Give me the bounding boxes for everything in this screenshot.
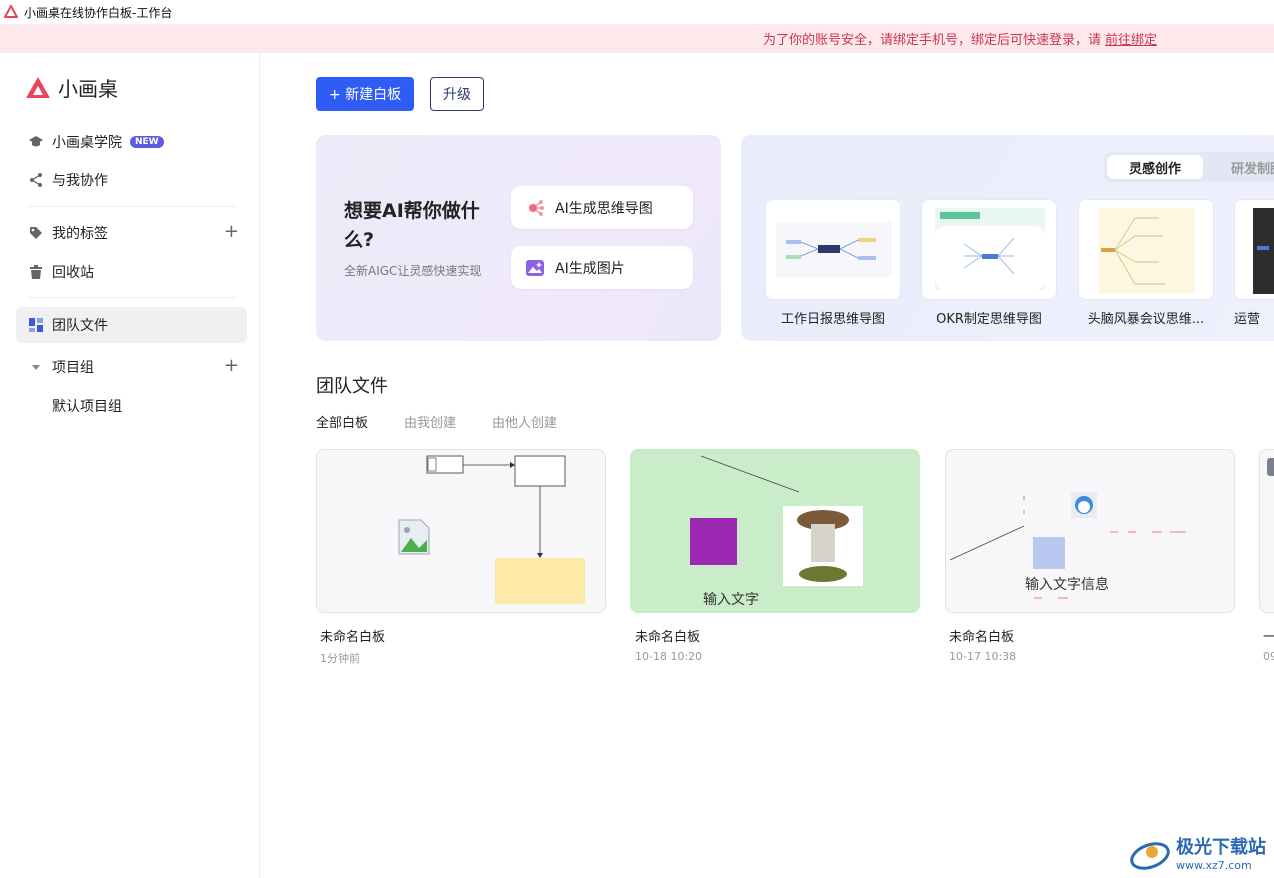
board-thumbnail [1267,458,1274,476]
add-tag-button[interactable]: + [224,223,239,241]
tab-created-by-others[interactable]: 由他人创建 [492,412,557,431]
section-title: 团队文件 [316,376,388,397]
brand-name: 小画桌 [58,77,118,101]
ai-mindmap-button[interactable]: AI生成思维导图 [511,186,693,229]
ai-panel-subtitle: 全新AIGC让灵感快速实现 [344,264,482,278]
sidebar-item-label: 默认项目组 [52,399,122,415]
template-thumbnail [1253,208,1274,294]
template-card-okr[interactable] [921,199,1057,300]
add-project-group-button[interactable]: + [224,357,239,375]
brand-logo[interactable]: 小画桌 [24,73,118,102]
ai-panel: 想要AI帮你做什么? 全新AIGC让灵感快速实现 AI生成思维导图 AI生成图片 [316,135,721,341]
watermark-url: www.xz7.com [1176,858,1252,872]
template-label: 工作日报思维导图 [780,312,885,327]
sidebar-item-trash[interactable]: 回收站 [16,254,247,290]
sidebar-item-shared-with-me[interactable]: 与我协作 [16,162,247,198]
template-category-switch: 灵感创作 研发制图 [1104,152,1274,182]
sidebar-divider [28,206,236,207]
sidebar-item-default-project-group[interactable]: 默认项目组 [16,388,247,424]
mindmap-icon [529,199,544,216]
board-text: 输入文字 [703,592,759,608]
caret-down-icon[interactable] [28,359,44,375]
sidebar-item-label: 小画桌学院 [52,135,122,151]
tab-inspiration[interactable]: 灵感创作 [1107,155,1203,179]
template-label: 头脑风暴会议思维... [1087,312,1205,327]
graduation-cap-icon [28,134,44,150]
mindmap-thumbnail [776,222,892,277]
notice-text: 为了你的账号安全，请绑定手机号，绑定后可快速登录，请 [762,33,1101,48]
share-icon [28,172,44,188]
template-card-brainstorm[interactable] [1078,199,1214,300]
sidebar-divider [28,297,236,298]
board-card[interactable] [1259,449,1274,613]
template-label: OKR制定思维导图 [936,312,1042,327]
sidebar-item-academy[interactable]: 小画桌学院 NEW [16,124,247,160]
sidebar-item-my-tags[interactable]: 我的标签 + [16,215,247,251]
tag-icon [28,225,44,241]
board-time: 10-17 10:38 [949,650,1017,663]
board-name[interactable]: 未命名白板 [635,626,700,645]
broken-image-icon [398,519,430,555]
board-name[interactable]: 一 [1263,626,1274,645]
tab-rd-diagram[interactable]: 研发制图 [1209,155,1274,179]
sidebar-item-label: 项目组 [52,360,94,376]
ai-mindmap-label: AI生成思维导图 [555,200,653,217]
grid-icon [28,317,44,333]
template-card-operations[interactable] [1234,199,1274,300]
app-logo-icon [4,5,18,18]
new-board-button[interactable]: + 新建白板 [316,77,414,111]
sidebar-item-label: 与我协作 [52,173,108,189]
watermark-text: 极光下载站 [1176,836,1266,858]
sidebar-item-project-group[interactable]: 项目组 + [16,349,247,385]
sidebar-item-label: 回收站 [52,265,94,281]
template-panel: 灵感创作 研发制图 工作日报思维导图 OKR制定思维导图 头脑风暴会议思维. [741,135,1274,341]
template-label: 运营 [1234,312,1261,327]
sidebar-item-team-files[interactable]: 团队文件 [16,307,247,343]
sidebar-item-label: 我的标签 [52,226,108,242]
tab-all-boards[interactable]: 全部白板 [316,412,368,431]
board-time: 09 [1263,650,1274,663]
board-thumbnail [690,455,863,586]
sidebar: 小画桌 小画桌学院 NEW 与我协作 我的标签 + 回收站 团队文件 项目组 +… [0,53,260,878]
bind-phone-link[interactable]: 前往绑定 [1105,29,1157,48]
watermark-logo-icon [1130,842,1170,870]
board-text: 输入文字信息 [1025,577,1109,593]
board-time: 10-18 10:20 [635,650,703,663]
board-name[interactable]: 未命名白板 [949,626,1014,645]
board-card[interactable] [316,449,606,613]
board-card[interactable]: 输入文字信息 [945,449,1235,613]
board-name[interactable]: 未命名白板 [320,626,385,645]
new-badge: NEW [130,136,164,148]
bind-phone-notice: 为了你的账号安全，请绑定手机号，绑定后可快速登录，请 前往绑定 [0,24,1274,53]
template-card-daily-report[interactable] [765,199,901,300]
watermark: 极光下载站 www.xz7.com [1128,838,1266,872]
image-spark-icon [526,259,544,276]
mindmap-thumbnail [1099,208,1195,294]
ai-image-label: AI生成图片 [555,260,625,277]
tab-created-by-me[interactable]: 由我创建 [404,412,456,431]
board-card[interactable]: 输入文字 [630,449,920,613]
ai-panel-title: 想要AI帮你做什么? [344,200,480,251]
board-time: 1分钟前 [320,652,360,665]
ai-image-button[interactable]: AI生成图片 [511,246,693,289]
upgrade-button[interactable]: 升级 [430,77,484,111]
trash-icon [28,264,44,280]
brand-logo-icon [26,76,50,98]
window-title: 小画桌在线协作白板-工作台 [24,5,173,20]
sidebar-item-label: 团队文件 [52,318,108,334]
board-thumbnail [398,455,585,604]
mindmap-thumbnail [935,208,1045,290]
window-titlebar: 小画桌在线协作白板-工作台 [0,0,1274,24]
